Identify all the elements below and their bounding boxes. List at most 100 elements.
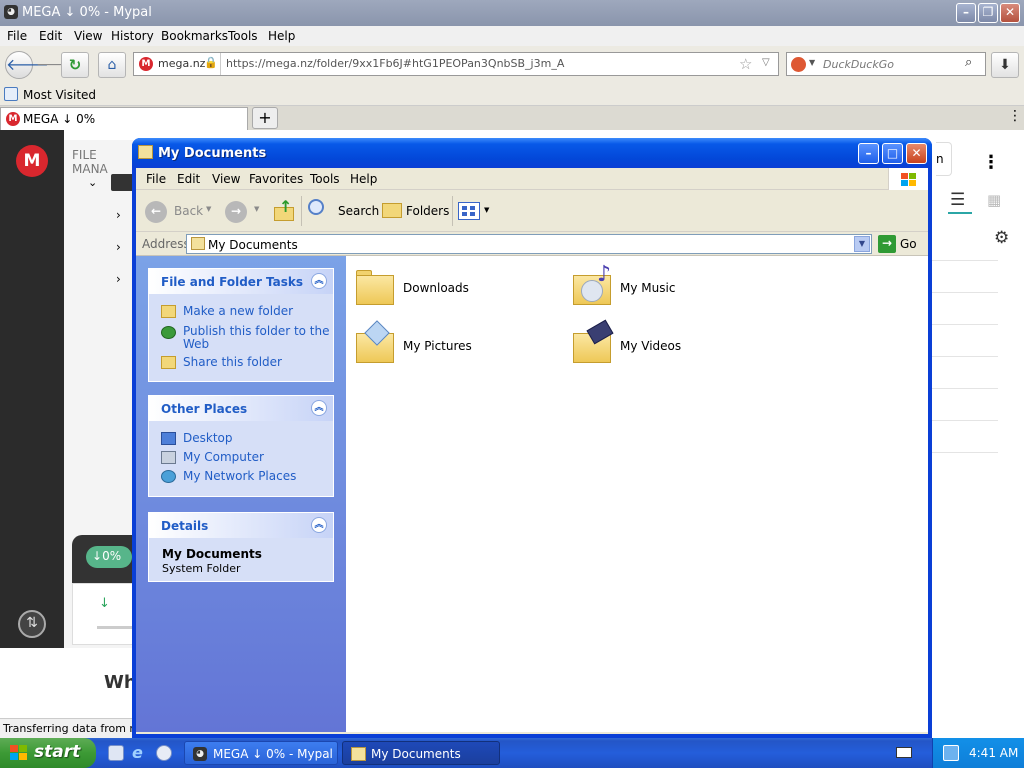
publish-folder-link[interactable]: Publish this folder to the Web <box>149 325 333 351</box>
explorer-forward-button[interactable]: → ▼ <box>222 198 262 224</box>
maximize-button[interactable]: ❐ <box>978 3 998 23</box>
collapse-chevron-icon[interactable]: ︽ <box>311 400 327 416</box>
details-name: My Documents <box>162 547 262 561</box>
tab-mega[interactable]: M MEGA ↓ 0% <box>0 107 248 130</box>
views-button[interactable]: ▼ <box>456 198 494 224</box>
my-documents-taskbar-icon <box>351 747 366 761</box>
address-dropdown-icon[interactable]: ▼ <box>854 236 870 252</box>
new-tab-button[interactable]: + <box>252 107 278 129</box>
menu-file[interactable]: File <box>7 29 27 43</box>
desktop-link[interactable]: Desktop <box>149 431 333 445</box>
search-icon[interactable]: ⌕ <box>965 55 972 70</box>
url-bar[interactable]: M mega.nz 🔒 https://mega.nz/folder/9xx1F… <box>133 52 779 76</box>
panel-title: Other Places <box>161 402 248 416</box>
folder-label: My Music <box>620 281 676 295</box>
padlock-icon: 🔒 <box>204 56 218 69</box>
list-view-icon[interactable]: ☰ <box>950 190 965 210</box>
details-header[interactable]: Details ︽ <box>149 513 333 538</box>
quicklaunch-internet-explorer-icon[interactable]: e <box>132 743 143 762</box>
start-button[interactable]: start <box>0 738 96 768</box>
tree-expand-icon[interactable]: ⌄ <box>88 176 97 189</box>
mega-transfer-panel: ↓ <box>72 583 135 645</box>
other-places-header[interactable]: Other Places ︽ <box>149 396 333 421</box>
explorer-menu-help[interactable]: Help <box>350 172 377 186</box>
tree-chevron-icon[interactable]: › <box>116 208 121 222</box>
explorer-close-button[interactable]: ✕ <box>906 143 927 164</box>
keyboard-language-icon[interactable] <box>896 747 912 758</box>
network-tray-icon[interactable] <box>943 745 959 761</box>
collapse-chevron-icon[interactable]: ︽ <box>311 273 327 289</box>
my-network-places-link[interactable]: My Network Places <box>149 469 333 483</box>
quicklaunch-media-player-icon[interactable] <box>156 745 172 761</box>
taskbar-item-mypal[interactable]: ◕ MEGA ↓ 0% - Mypal <box>184 741 338 765</box>
mega-partial-button[interactable]: n <box>936 142 952 176</box>
panel-title: File and Folder Tasks <box>161 275 304 289</box>
address-field[interactable]: My Documents ▼ <box>186 234 872 254</box>
collapse-chevron-icon[interactable]: ︽ <box>311 517 327 533</box>
tab-overflow-icon[interactable]: ⋮ <box>1008 108 1022 124</box>
bookmark-star-icon[interactable]: ☆ <box>739 55 752 73</box>
home-icon: ⌂ <box>107 57 117 73</box>
forward-dropdown-icon: ▼ <box>254 205 260 213</box>
search-bar[interactable]: ▼ DuckDuckGo ⌕ <box>786 52 986 76</box>
my-computer-link[interactable]: My Computer <box>149 450 333 464</box>
my-computer-icon <box>161 451 176 464</box>
menu-bookmarks[interactable]: Bookmarks <box>161 29 228 43</box>
downloads-button[interactable]: ⬇ <box>991 52 1019 78</box>
explorer-titlebar[interactable]: My Documents – □ ✕ <box>132 138 932 168</box>
file-folder-tasks-header[interactable]: File and Folder Tasks ︽ <box>149 269 333 294</box>
explorer-minimize-button[interactable]: – <box>858 143 879 164</box>
home-button[interactable]: ⌂ <box>98 52 126 78</box>
explorer-menu-tools[interactable]: Tools <box>310 172 340 186</box>
up-folder-button[interactable]: ↑ <box>272 197 298 225</box>
tree-chevron-icon[interactable]: › <box>116 240 121 254</box>
go-label: Go <box>900 237 917 251</box>
taskbar-item-label: My Documents <box>371 747 461 761</box>
explorer-back-button[interactable]: ← Back ▼ <box>142 198 212 224</box>
explorer-menu-edit[interactable]: Edit <box>177 172 200 186</box>
start-label: start <box>34 742 81 762</box>
menu-tools[interactable]: Tools <box>228 29 258 43</box>
row-divider <box>930 452 998 453</box>
tree-chevron-icon[interactable]: › <box>116 272 121 286</box>
details-type: System Folder <box>162 562 241 575</box>
search-button[interactable]: Search <box>306 198 379 224</box>
bookmark-most-visited[interactable]: Most Visited <box>23 88 96 102</box>
menu-history[interactable]: History <box>111 29 154 43</box>
close-button[interactable]: ✕ <box>1000 3 1020 23</box>
transfer-badge[interactable]: ↓0% <box>86 546 132 568</box>
menu-help[interactable]: Help <box>268 29 295 43</box>
folder-label: My Videos <box>620 339 682 353</box>
folders-button[interactable]: Folders <box>380 198 452 224</box>
menu-view[interactable]: View <box>74 29 102 43</box>
explorer-menu-file[interactable]: File <box>146 172 166 186</box>
make-new-folder-link[interactable]: Make a new folder <box>149 304 333 318</box>
explorer-body: File Edit View Favorites Tools Help ← Ba… <box>136 168 928 734</box>
browser-statusbar: Transferring data from mega <box>0 718 134 738</box>
search-engine-dropdown-icon[interactable]: ▼ <box>809 58 815 67</box>
search-placeholder: DuckDuckGo <box>823 58 894 71</box>
link-label: Desktop <box>183 431 233 445</box>
explorer-menu-favorites[interactable]: Favorites <box>249 172 303 186</box>
folder-body <box>356 275 394 305</box>
mega-logo-icon[interactable]: M <box>16 145 48 177</box>
explorer-menu-view[interactable]: View <box>212 172 240 186</box>
back-button[interactable]: 🡐 <box>5 51 49 79</box>
plus-icon: + <box>258 108 272 127</box>
reload-button[interactable]: ↻ <box>61 52 89 78</box>
explorer-maximize-button[interactable]: □ <box>882 143 903 164</box>
url-dropdown-icon[interactable]: ▽ <box>762 57 770 68</box>
settings-gear-icon[interactable]: ⚙ <box>994 228 1009 248</box>
taskbar-item-my-documents[interactable]: My Documents <box>342 741 500 765</box>
menu-edit[interactable]: Edit <box>39 29 62 43</box>
share-folder-icon <box>161 356 176 369</box>
go-button[interactable]: → Go <box>876 234 924 254</box>
transfer-manager-icon[interactable]: ⇅ <box>18 610 46 638</box>
site-identity[interactable]: mega.nz <box>158 57 205 70</box>
quicklaunch-show-desktop-icon[interactable] <box>108 745 124 761</box>
more-options-icon[interactable]: ⋮ <box>982 152 1000 173</box>
url-text[interactable]: https://mega.nz/folder/9xx1Fb6J#htG1PEOP… <box>226 57 564 70</box>
grid-view-icon[interactable]: ▦ <box>987 191 1001 209</box>
share-folder-link[interactable]: Share this folder <box>149 355 333 369</box>
minimize-button[interactable]: – <box>956 3 976 23</box>
